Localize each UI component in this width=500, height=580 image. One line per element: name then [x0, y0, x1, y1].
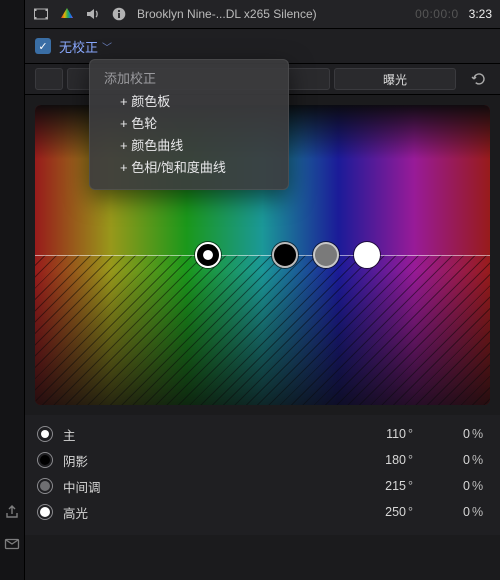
app-root: Brooklyn Nine-...DL x265 Silence) 00:00:…	[0, 0, 500, 580]
swatch-master-icon	[37, 426, 53, 442]
param-percent-unit: %	[470, 453, 488, 467]
chevron-down-icon: ﹀	[102, 39, 112, 54]
param-name: 高光	[63, 503, 88, 522]
color-prism-icon[interactable]	[59, 6, 75, 22]
param-angle-unit: °	[406, 505, 424, 519]
swatch-midtones-icon	[37, 478, 53, 494]
param-percent-unit: %	[470, 505, 488, 519]
info-icon[interactable]	[111, 6, 127, 22]
midline	[35, 255, 490, 256]
param-angle-unit: °	[406, 453, 424, 467]
param-angle-value[interactable]: 110	[360, 427, 406, 441]
correction-dropdown[interactable]: 无校正 ﹀	[59, 37, 112, 56]
param-row-shadows[interactable]: 阴影 180 ° 0 %	[37, 447, 488, 473]
param-name: 阴影	[63, 451, 88, 470]
timecode-inactive: 00:00:0	[415, 7, 459, 21]
param-name: 中间调	[63, 477, 101, 496]
param-angle-unit: °	[406, 427, 424, 441]
menu-item-color-curves[interactable]: + 颜色曲线	[104, 135, 274, 157]
add-correction-menu: 添加校正 + 颜色板 + 色轮 + 颜色曲线 + 色相/饱和度曲线	[89, 59, 289, 190]
mail-icon[interactable]	[4, 536, 20, 552]
clip-title: Brooklyn Nine-...DL x265 Silence)	[137, 7, 317, 21]
share-icon[interactable]	[4, 504, 20, 520]
inspector-main: Brooklyn Nine-...DL x265 Silence) 00:00:…	[25, 0, 500, 580]
param-angle-value[interactable]: 215	[360, 479, 406, 493]
param-name: 主	[63, 425, 76, 444]
left-rail	[0, 0, 25, 580]
board-view-toggle[interactable]	[35, 68, 63, 90]
param-angle-unit: °	[406, 479, 424, 493]
param-percent-unit: %	[470, 479, 488, 493]
puck-master[interactable]	[195, 242, 221, 268]
param-percent-value[interactable]: 0	[424, 479, 470, 493]
puck-highlights[interactable]	[354, 242, 380, 268]
menu-item-color-wheels[interactable]: + 色轮	[104, 113, 274, 135]
board-tab-exposure[interactable]: 曝光	[334, 68, 456, 90]
menu-item-hue-sat-curves[interactable]: + 色相/饱和度曲线	[104, 157, 274, 179]
add-correction-menu-title: 添加校正	[104, 68, 274, 87]
puck-midtones[interactable]	[313, 242, 339, 268]
filmstrip-icon[interactable]	[33, 6, 49, 22]
param-percent-value[interactable]: 0	[424, 427, 470, 441]
param-percent-value[interactable]: 0	[424, 453, 470, 467]
param-row-midtones[interactable]: 中间调 215 ° 0 %	[37, 473, 488, 499]
correction-dropdown-label: 无校正	[59, 37, 98, 56]
swatch-shadows-icon	[37, 452, 53, 468]
param-angle-value[interactable]: 180	[360, 453, 406, 467]
puck-shadows[interactable]	[272, 242, 298, 268]
param-angle-value[interactable]: 250	[360, 505, 406, 519]
param-percent-unit: %	[470, 427, 488, 441]
volume-icon[interactable]	[85, 6, 101, 22]
correction-enable-checkbox[interactable]: ✓	[35, 38, 51, 54]
swatch-highlights-icon	[37, 504, 53, 520]
topbar: Brooklyn Nine-...DL x265 Silence) 00:00:…	[25, 0, 500, 29]
param-row-highlights[interactable]: 高光 250 ° 0 %	[37, 499, 488, 525]
reset-button[interactable]	[466, 69, 490, 89]
menu-item-color-board[interactable]: + 颜色板	[104, 91, 274, 113]
param-row-master[interactable]: 主 110 ° 0 %	[37, 421, 488, 447]
param-list: 主 110 ° 0 % 阴影 180 ° 0 % 中间调 215	[25, 415, 500, 535]
timecode-active: 3:23	[469, 7, 492, 21]
param-percent-value[interactable]: 0	[424, 505, 470, 519]
correction-toolbar: ✓ 无校正 ﹀ 添加校正 + 颜色板 + 色轮 + 颜色曲线 + 色相/饱和度曲…	[25, 29, 500, 64]
board-tab-exposure-label: 曝光	[383, 71, 407, 88]
